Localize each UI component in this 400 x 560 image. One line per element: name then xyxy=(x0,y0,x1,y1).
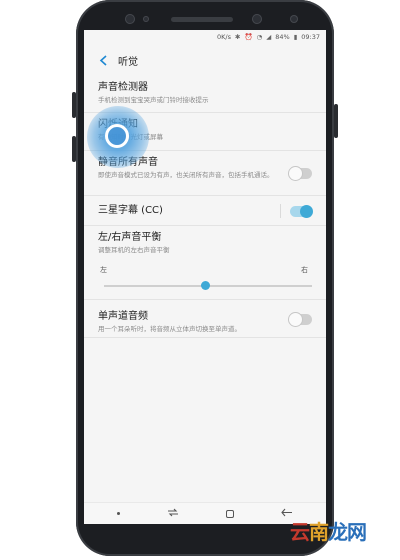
setting-samsung-captions[interactable]: 三星字幕 (CC) xyxy=(84,196,326,226)
watermark-part-3: 龙网 xyxy=(328,520,367,544)
power-button xyxy=(334,104,338,138)
net-speed: 0K/s xyxy=(217,33,232,41)
battery-icon: ▮ xyxy=(293,33,298,41)
setting-subtitle: 调整耳机的左右声音平衡 xyxy=(98,246,170,254)
mono-audio-toggle[interactable] xyxy=(289,313,312,326)
mute-all-toggle[interactable] xyxy=(289,167,312,180)
balance-labels: 左 右 xyxy=(98,265,312,275)
setting-subtitle: 即使声音模式已设为有声，也关闭所有声音，包括手机通话。 xyxy=(98,171,274,179)
app-bar: 听觉 xyxy=(84,44,326,76)
screen: 0K/s ✱ ⏰ ◔ ◢ 84% ▮ 09:37 听觉 声音检测器 手机检测到宝… xyxy=(84,30,326,524)
iris-led-icon xyxy=(290,15,298,23)
balance-left-label: 左 xyxy=(100,266,107,274)
setting-title: 左/右声音平衡 xyxy=(98,232,162,243)
balance-right-label: 右 xyxy=(301,266,308,274)
status-bar: 0K/s ✱ ⏰ ◔ ◢ 84% ▮ 09:37 xyxy=(84,30,326,44)
iris-scanner-icon xyxy=(252,14,262,24)
watermark-logo: 云南龙网 xyxy=(290,516,367,545)
clock: 09:37 xyxy=(301,33,320,41)
bluetooth-icon: ✱ xyxy=(235,33,241,41)
tap-ring xyxy=(105,124,129,148)
battery-percent: 84% xyxy=(275,33,290,41)
slider-thumb[interactable] xyxy=(200,281,210,290)
front-camera-icon xyxy=(125,14,135,24)
back-arrow-icon[interactable] xyxy=(96,53,110,67)
setting-title: 单声道音频 xyxy=(98,311,148,322)
divider xyxy=(280,204,281,218)
watermark-part-2: 南 xyxy=(309,520,329,544)
signal-icon: ◢ xyxy=(266,33,272,41)
setting-subtitle: 手机检测到宝宝哭声或门铃时接收提示 xyxy=(98,96,209,104)
proximity-sensor-icon xyxy=(143,16,149,22)
volume-button xyxy=(72,92,76,118)
earpiece-speaker xyxy=(171,17,233,22)
setting-mono-audio[interactable]: 单声道音频 用一个耳朵听时，将音频从立体声切换至单声道。 xyxy=(84,300,326,338)
setting-subtitle: 用一个耳朵听时，将音频从立体声切换至单声道。 xyxy=(98,325,241,333)
wifi-icon: ◔ xyxy=(256,33,263,41)
nav-dot-icon[interactable] xyxy=(117,512,121,515)
toggle-knob xyxy=(300,205,313,218)
setting-title: 声音检测器 xyxy=(98,82,148,93)
page-title: 听觉 xyxy=(118,56,138,68)
home-icon[interactable] xyxy=(225,509,234,518)
alarm-icon: ⏰ xyxy=(244,33,253,41)
watermark-part-1: 云 xyxy=(290,520,310,544)
captions-toggle[interactable] xyxy=(290,205,313,218)
bixby-button xyxy=(72,136,76,162)
balance-slider[interactable] xyxy=(98,279,312,293)
toggle-knob xyxy=(289,167,302,180)
recent-apps-icon[interactable] xyxy=(167,508,179,520)
toggle-knob xyxy=(289,313,302,326)
setting-sound-balance[interactable]: 左/右声音平衡 调整耳机的左右声音平衡 左 右 xyxy=(84,226,326,300)
stage: 0K/s ✱ ⏰ ◔ ◢ 84% ▮ 09:37 听觉 声音检测器 手机检测到宝… xyxy=(0,0,400,560)
